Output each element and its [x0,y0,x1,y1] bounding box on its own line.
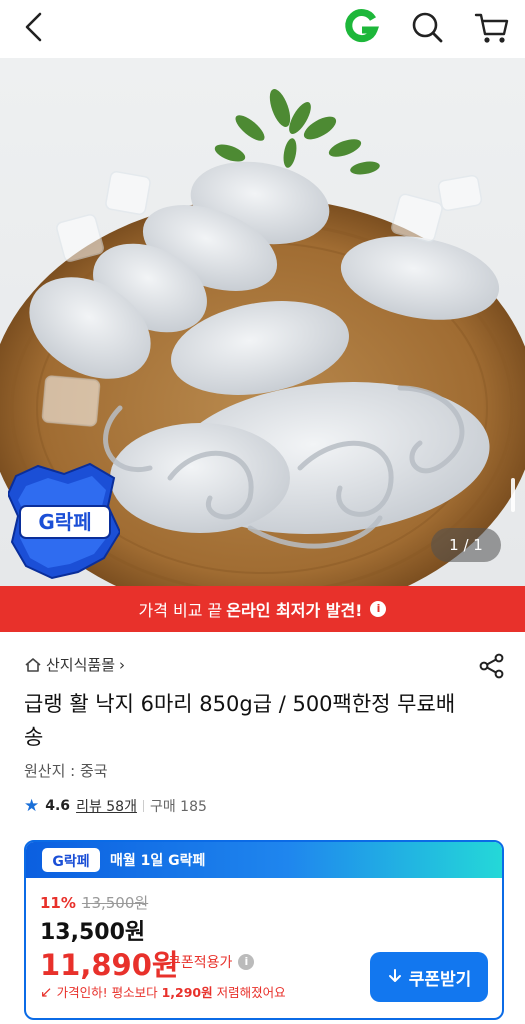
image-counter: 1 / 1 [431,528,501,562]
badge-text: G락페 [38,510,91,534]
promo-header: G락페 매월 1일 G락페 [26,842,502,878]
chevron-right-icon: › [119,655,126,674]
scroll-indicator [511,478,515,512]
price-drop-note: ↙ 가격인하! 평소보다 1,290원 저렴해졌어요 [40,982,286,1001]
info-icon[interactable]: i [370,601,387,617]
search-icon[interactable] [408,8,446,46]
download-icon [388,969,401,982]
promo-header-text: 매월 1일 G락페 [110,853,206,869]
drop-prefix: 가격인하! 평소보다 [56,985,158,1000]
share-icon[interactable] [478,652,506,680]
discount-row: 11% 13,500원 [40,892,148,913]
top-bar [0,0,525,56]
rating-score: 4.6 [45,798,71,814]
info-icon[interactable]: i [238,954,255,970]
divider [142,800,144,812]
star-icon: ★ [24,796,40,816]
lowest-price-banner[interactable]: 가격 비교 끝 온라인 최저가 발견! i [0,586,525,632]
coupon-price: 11,890원 [40,948,179,982]
banner-prefix: 가격 비교 끝 [138,601,223,620]
drop-suffix: 저렴해졌어요 [216,985,286,1000]
chevron-left-icon[interactable] [18,10,52,44]
g-rakpe-logo: G락페 [42,848,100,872]
promo-price-card: G락페 매월 1일 G락페 11% 13,500원 13,500원 11,890… [24,840,504,1020]
rating-row: ★ 4.6 리뷰 58개 구매 185 [24,796,207,816]
coupon-note-label: 쿠폰적용가 [168,955,233,971]
g-logo-icon[interactable] [342,8,380,46]
product-image[interactable]: 1 / 1 G락페 [0,58,525,586]
banner-highlight: 온라인 최저가 발견! [226,601,363,620]
home-icon [25,657,41,672]
cart-icon[interactable] [472,8,512,48]
coupon-download-button[interactable]: 쿠폰받기 [370,952,488,1002]
discount-percent: 11% [40,893,76,912]
svg-text:G락페: G락페 [52,854,89,870]
g-rakpe-badge: G락페 [8,462,120,580]
coupon-note: 쿠폰적용가 i [168,952,255,972]
review-link[interactable]: 리뷰 58개 [76,796,137,816]
store-link[interactable]: 산지식품몰 › [24,654,125,675]
product-title: 급랭 활 낙지 6마리 850g급 / 500팩한정 무료배송 [24,692,456,749]
store-name: 산지식품몰 [46,656,116,674]
sales-count: 구매 185 [149,799,207,815]
coupon-button-label: 쿠폰받기 [408,969,472,990]
origin-label: 원산지 : 중국 [24,762,108,780]
down-arrow-icon: ↙ [40,982,53,1001]
drop-amount: 1,290원 [161,985,213,1000]
original-price: 13,500원 [81,894,149,912]
